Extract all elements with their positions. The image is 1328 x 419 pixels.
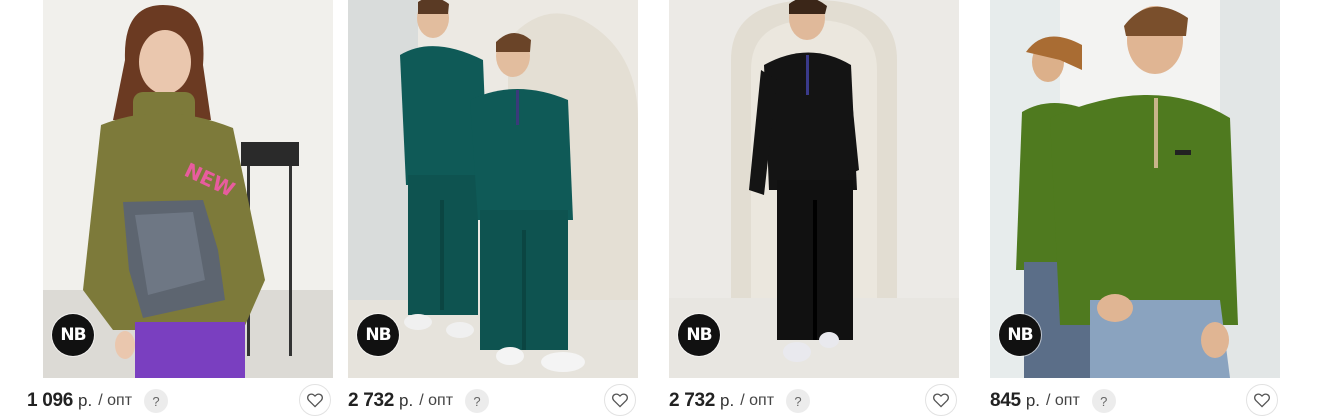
- price-value: 2 732: [348, 390, 395, 411]
- price-wholesale-label: / опт: [98, 392, 133, 409]
- product-grid: NEW NB 1 096 р. / опт ? NB 2 732 р. / оп…: [0, 0, 1328, 419]
- brand-logo: NB: [357, 314, 399, 356]
- question-icon[interactable]: ?: [786, 389, 811, 413]
- price-row: 1 096 р. / опт ?: [27, 386, 169, 416]
- heart-icon: [307, 393, 323, 408]
- price-row: 2 732 р. / опт ?: [669, 386, 811, 416]
- favorite-button[interactable]: [1246, 384, 1278, 416]
- favorite-button[interactable]: [925, 384, 957, 416]
- favorite-button[interactable]: [299, 384, 331, 416]
- price-row: 2 732 р. / опт ?: [348, 386, 490, 416]
- question-icon[interactable]: ?: [465, 389, 490, 413]
- price-value: 845: [990, 390, 1021, 411]
- product-image[interactable]: NB: [348, 0, 638, 378]
- product-card[interactable]: NB 845 р. / опт ?: [990, 0, 1280, 419]
- product-image[interactable]: NB: [990, 0, 1280, 378]
- product-card[interactable]: NB 2 732 р. / опт ?: [669, 0, 959, 419]
- price-wholesale-label: / опт: [1046, 392, 1080, 409]
- product-image[interactable]: NB: [669, 0, 959, 378]
- price-wholesale-label: / опт: [740, 392, 775, 409]
- brand-logo: NB: [52, 314, 94, 356]
- price-currency: р.: [399, 391, 414, 410]
- price-currency: р.: [720, 391, 735, 410]
- product-card[interactable]: NB 2 732 р. / опт ?: [348, 0, 638, 419]
- price-row: 845 р. / опт ?: [990, 386, 1116, 416]
- price-wholesale-label: / опт: [419, 392, 454, 409]
- brand-logo: NB: [678, 314, 720, 356]
- price-currency: р.: [78, 391, 93, 410]
- brand-logo: NB: [999, 314, 1041, 356]
- product-image[interactable]: NEW NB: [43, 0, 333, 378]
- price-value: 1 096: [27, 390, 74, 411]
- heart-icon: [612, 393, 628, 408]
- question-icon[interactable]: ?: [144, 389, 169, 413]
- question-icon[interactable]: ?: [1091, 389, 1116, 413]
- price-currency: р.: [1025, 391, 1040, 410]
- product-card[interactable]: NEW NB 1 096 р. / опт ?: [27, 0, 333, 419]
- heart-icon: [933, 393, 949, 408]
- price-value: 2 732: [669, 390, 716, 411]
- favorite-button[interactable]: [604, 384, 636, 416]
- heart-icon: [1254, 393, 1270, 408]
